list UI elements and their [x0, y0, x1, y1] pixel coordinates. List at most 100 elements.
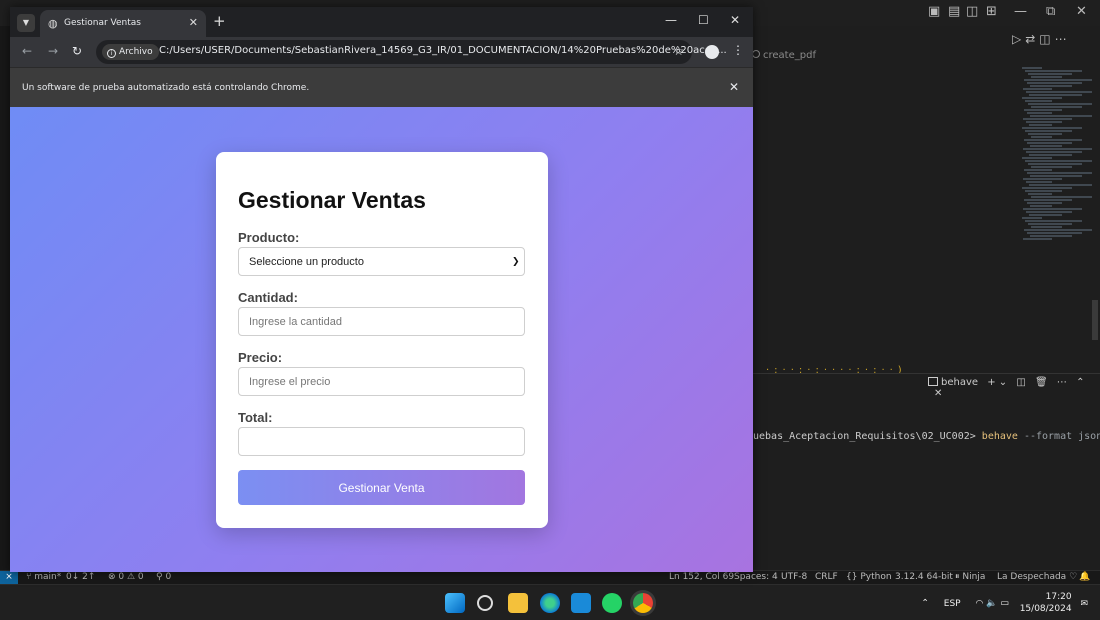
minimap-line	[1028, 133, 1062, 135]
address-bar[interactable]: i Archivo C:/Users/USER/Documents/Sebasti…	[96, 40, 727, 64]
total-field[interactable]	[238, 427, 525, 456]
minimap-line	[1031, 166, 1072, 168]
more-icon[interactable]: ⋯	[1057, 377, 1067, 388]
minimap-line	[1022, 127, 1082, 129]
split-editor-icon[interactable]: ◫	[1039, 32, 1054, 46]
minimap-line	[1026, 91, 1092, 93]
editor-scrollbar[interactable]	[1092, 300, 1098, 340]
url-text[interactable]: C:/Users/USER/Documents/SebastianRivera_…	[159, 45, 727, 56]
language-name: Python	[860, 572, 892, 582]
close-tab-icon[interactable]: ✕	[189, 16, 198, 29]
terminal-line[interactable]: uebas_Aceptacion_Requisitos\02_UC002> be…	[753, 431, 1100, 442]
add-terminal-icon[interactable]: + ⌄	[987, 377, 1007, 388]
language-indicator[interactable]: ESP	[944, 599, 961, 609]
new-tab-button[interactable]: +	[213, 12, 226, 30]
minimap-line	[1025, 190, 1062, 192]
minimap-line	[1022, 67, 1042, 69]
minimap-line	[1031, 196, 1092, 198]
infobar-close-icon[interactable]: ✕	[729, 80, 739, 94]
profile-status[interactable]: La Despechada ♡	[997, 572, 1077, 582]
cursor-position[interactable]: Ln 152, Col 69	[669, 572, 734, 582]
minimap-line	[1027, 172, 1092, 174]
clock-time: 17:20	[1045, 592, 1072, 602]
close-panel-icon[interactable]: ✕	[934, 388, 942, 399]
edge-icon[interactable]	[540, 593, 560, 613]
reload-icon[interactable]: ↻	[72, 44, 82, 58]
minimap-line	[1029, 184, 1092, 186]
gestionar-venta-button[interactable]: Gestionar Venta	[238, 470, 525, 505]
quantity-input[interactable]	[238, 307, 525, 336]
encoding-status[interactable]: UTF-8	[781, 572, 807, 582]
compare-icon[interactable]: ⇄	[1025, 32, 1039, 46]
problems-status[interactable]: ⊗ 0 ⚠ 0	[108, 572, 144, 582]
minimap-line	[1031, 106, 1082, 108]
remote-icon[interactable]: ⨯	[0, 571, 18, 585]
tray-chevron-icon[interactable]: ⌃	[921, 599, 929, 609]
price-input[interactable]	[238, 367, 525, 396]
minimap[interactable]	[1022, 66, 1092, 256]
minimap-line	[1030, 175, 1082, 177]
profile-avatar[interactable]	[705, 45, 719, 59]
vscode-close-button[interactable]: ✕	[1076, 4, 1087, 19]
chrome-taskbar-icon[interactable]	[633, 593, 653, 613]
terminal-icon	[928, 377, 938, 386]
maximize-panel-icon[interactable]: ⌃	[1076, 377, 1084, 388]
tab-search-icon[interactable]: ▼	[17, 14, 35, 32]
chrome-minimize-button[interactable]: —	[665, 13, 677, 27]
editor-tab-create-pdf[interactable]: create_pdf	[752, 50, 816, 61]
notifications-icon[interactable]: 🔔	[1079, 572, 1090, 582]
back-icon[interactable]: ←	[22, 44, 32, 58]
minimap-line	[1027, 142, 1072, 144]
product-select[interactable]: Seleccione un producto	[238, 247, 525, 276]
run-icon[interactable]: ▷	[1012, 32, 1025, 46]
volume-icon[interactable]: 🔈	[986, 599, 997, 609]
tab-gestionar-ventas[interactable]: ◍ Gestionar Ventas ✕	[40, 10, 206, 37]
forward-icon[interactable]: →	[48, 44, 58, 58]
ports-status[interactable]: ⚲ 0	[156, 572, 171, 582]
minimap-line	[1024, 169, 1052, 171]
sync-status[interactable]: 0↓ 2↑	[66, 572, 95, 582]
language-status[interactable]: {} Python	[846, 572, 892, 582]
system-tray: ⌃ ESP ◠ 🔈 ▭ 17:20 15/08/2024 ✉	[921, 591, 1088, 615]
file-explorer-icon[interactable]	[508, 593, 528, 613]
minimap-line	[1030, 235, 1072, 237]
vscode-restore-button[interactable]: ⧉	[1046, 4, 1055, 19]
minimap-line	[1031, 76, 1062, 78]
interpreter-status[interactable]: 3.12.4 64-bit	[895, 572, 953, 582]
minimap-line	[1030, 85, 1072, 87]
layout-sidebar-icon[interactable]: ◫	[966, 4, 978, 19]
vscode-status-bar: ⨯ ⑂ main* 0↓ 2↑ ⊗ 0 ⚠ 0 ⚲ 0 Ln 152, Col …	[0, 570, 1100, 585]
split-terminal-icon[interactable]: ◫	[1016, 377, 1025, 388]
customize-layout-icon[interactable]: ⊞	[986, 4, 997, 19]
branch-status[interactable]: ⑂ main*	[26, 572, 61, 582]
minimap-line	[1029, 154, 1072, 156]
chrome-menu-icon[interactable]: ⋮	[732, 43, 744, 57]
chrome-close-button[interactable]: ✕	[730, 13, 740, 27]
more-actions-icon[interactable]: ⋯	[1055, 32, 1071, 46]
bookmark-star-icon[interactable]: ☆	[673, 44, 684, 58]
trash-icon[interactable]: 🗑	[1035, 377, 1048, 388]
layout-panel-icon[interactable]: ▤	[948, 4, 960, 19]
battery-icon[interactable]: ▭	[1000, 599, 1009, 609]
whatsapp-icon[interactable]	[602, 593, 622, 613]
site-info-chip[interactable]: i Archivo	[102, 44, 159, 60]
ninja-status[interactable]: ⏸ Ninja	[955, 572, 985, 582]
minimap-line	[1022, 157, 1052, 159]
indent-status[interactable]: Spaces: 4	[734, 572, 778, 582]
vscode-minimize-button[interactable]: —	[1014, 4, 1027, 19]
clock[interactable]: 17:20 15/08/2024	[1020, 591, 1072, 615]
minimap-line	[1026, 211, 1072, 213]
eol-status[interactable]: CRLF	[815, 572, 838, 582]
vscode-icon[interactable]	[571, 593, 591, 613]
minimap-line	[1024, 139, 1082, 141]
search-icon[interactable]	[477, 595, 493, 611]
chrome-maximize-button[interactable]: ☐	[698, 13, 709, 27]
infobar-text: Un software de prueba automatizado está …	[22, 83, 310, 93]
minimap-line	[1023, 88, 1052, 90]
notification-center-icon[interactable]: ✉	[1080, 599, 1088, 609]
terminal-name[interactable]: behave	[941, 377, 978, 388]
start-icon[interactable]	[445, 593, 465, 613]
minimap-line	[1022, 97, 1062, 99]
wifi-icon[interactable]: ◠	[975, 599, 983, 609]
layout-icon[interactable]: ▣	[928, 4, 940, 19]
